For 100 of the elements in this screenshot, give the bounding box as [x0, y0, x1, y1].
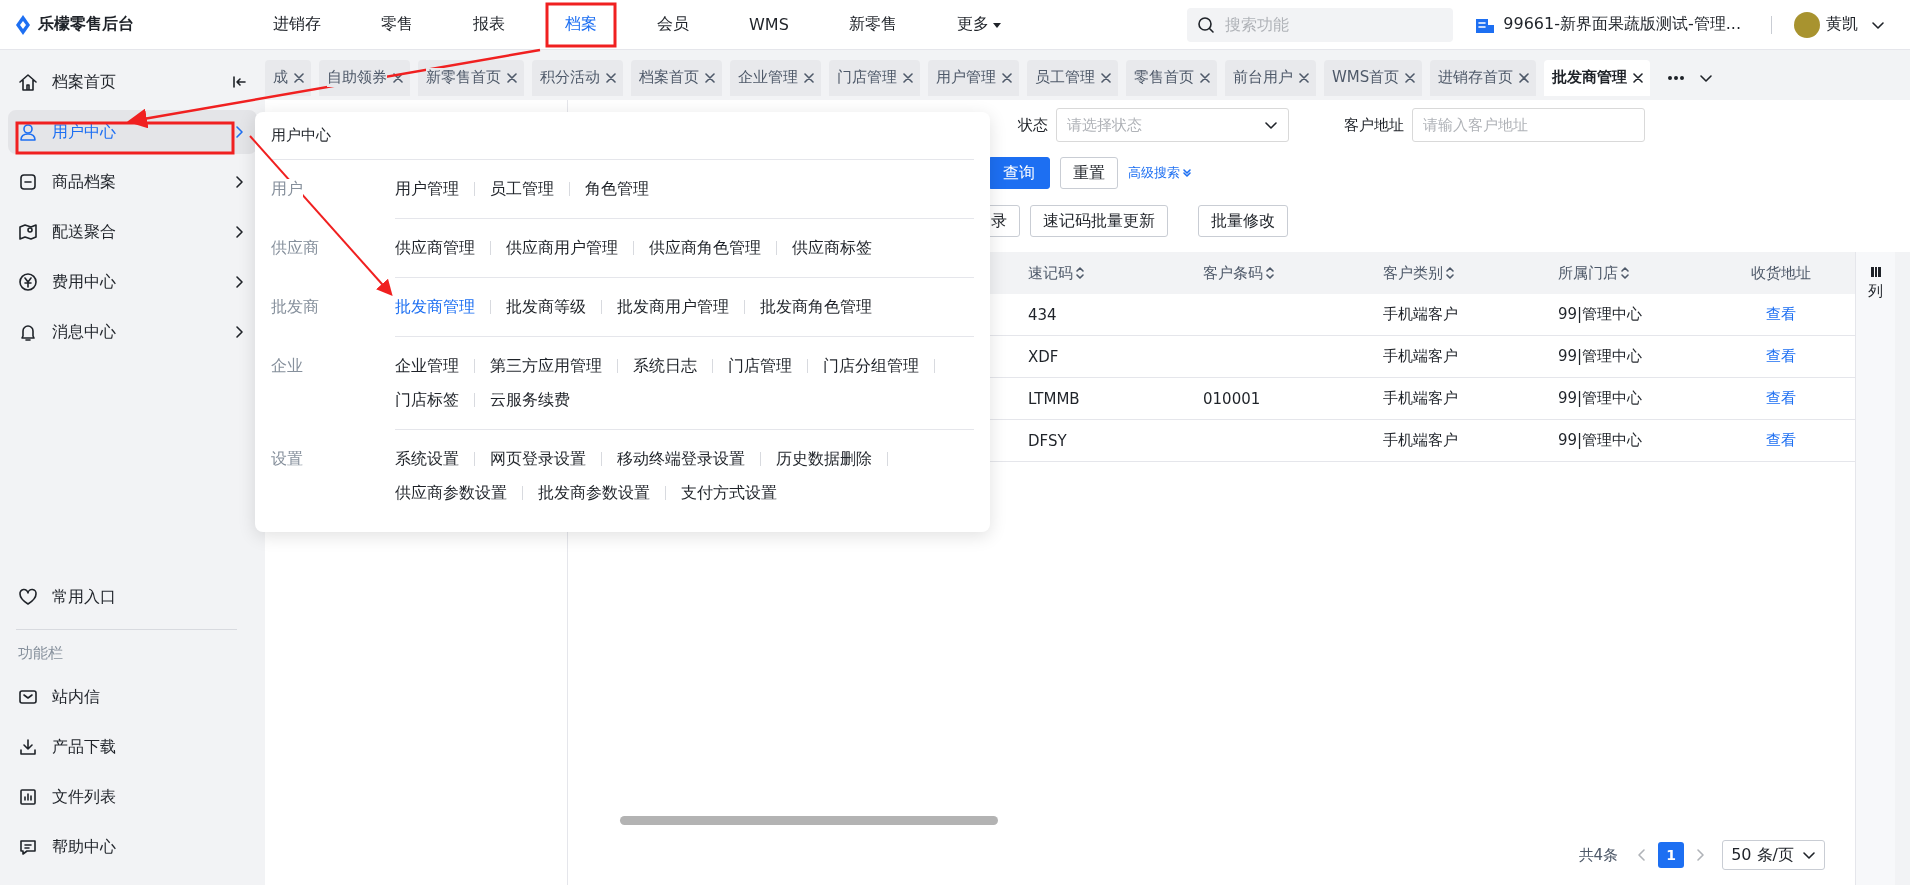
- sidebar-item[interactable]: 站内信: [8, 675, 257, 719]
- menu-item[interactable]: 供应商标签: [792, 237, 872, 259]
- menu-item[interactable]: 门店标签: [395, 389, 459, 411]
- column-header: 客户条码: [1203, 263, 1263, 283]
- menu-group-label: 企业: [271, 356, 303, 375]
- tab[interactable]: WMS首页: [1324, 59, 1423, 96]
- nav-tab[interactable]: 零售: [362, 4, 432, 45]
- column-header: 收货地址: [1750, 263, 1811, 283]
- menu-item[interactable]: 门店管理: [728, 355, 792, 377]
- user-name[interactable]: 黄凯: [1826, 14, 1858, 35]
- table-cell: 99|管理中心: [1558, 347, 1643, 365]
- view-link[interactable]: 查看: [1765, 389, 1796, 407]
- toolbar-button[interactable]: 速记码批量更新: [1030, 205, 1168, 237]
- menu-group-label: 供应商: [271, 238, 319, 257]
- page-size-select[interactable]: 50 条/页: [1722, 840, 1825, 870]
- nav-tab[interactable]: 更多: [937, 4, 1021, 45]
- status-select[interactable]: 请选择状态: [1056, 108, 1289, 142]
- menu-item[interactable]: 用户管理: [395, 178, 459, 200]
- menu-item[interactable]: 批发商角色管理: [760, 296, 872, 318]
- sidebar-item[interactable]: 产品下载: [8, 725, 257, 769]
- view-link[interactable]: 查看: [1765, 347, 1796, 365]
- menu-item[interactable]: 批发商用户管理: [617, 296, 729, 318]
- query-button[interactable]: 查询: [988, 157, 1050, 189]
- menu-item[interactable]: 供应商管理: [395, 237, 475, 259]
- tab[interactable]: 批发商管理: [1544, 59, 1651, 96]
- sidebar-item[interactable]: 配送聚合: [8, 210, 257, 254]
- field-label: 客户地址: [1344, 115, 1404, 135]
- tab[interactable]: 进销存首页: [1430, 59, 1537, 96]
- menu-item[interactable]: 供应商用户管理: [506, 237, 618, 259]
- menu-item[interactable]: 供应商角色管理: [649, 237, 761, 259]
- tab[interactable]: 成: [265, 59, 311, 96]
- menu-item[interactable]: 历史数据删除: [776, 448, 872, 470]
- table-cell: 010001: [1203, 389, 1261, 408]
- column-header: 速记码: [1028, 263, 1073, 283]
- tab[interactable]: 门店管理: [829, 59, 920, 96]
- table-cell: 手机端客户: [1383, 347, 1458, 365]
- menu-item[interactable]: 第三方应用管理: [490, 355, 602, 377]
- menu-item[interactable]: 企业管理: [395, 355, 459, 377]
- menu-item[interactable]: 移动终端登录设置: [617, 448, 745, 470]
- menu-item[interactable]: 供应商参数设置: [395, 482, 507, 504]
- tab[interactable]: 自助领券: [319, 59, 410, 96]
- search-box[interactable]: 搜索功能: [1187, 7, 1454, 42]
- column-settings[interactable]: 列: [1855, 252, 1895, 885]
- tab[interactable]: 企业管理: [730, 59, 821, 96]
- nav-tab[interactable]: WMS: [730, 4, 808, 45]
- sidebar-item[interactable]: 费用中心: [8, 260, 257, 304]
- menu-group-label: 用户: [271, 179, 303, 198]
- store-name[interactable]: 99661-新界面果蔬版测试-管理...: [1503, 14, 1741, 35]
- advanced-search-link[interactable]: 高级搜索: [1128, 164, 1192, 182]
- view-link[interactable]: 查看: [1765, 305, 1796, 323]
- view-link[interactable]: 查看: [1765, 431, 1796, 449]
- field-label: 状态: [1018, 115, 1048, 135]
- menu-item[interactable]: 批发商参数设置: [538, 482, 650, 504]
- table-cell: 99|管理中心: [1558, 305, 1643, 323]
- menu-item[interactable]: 批发商管理: [395, 296, 475, 318]
- column-header: 所属门店: [1558, 263, 1618, 283]
- tab[interactable]: 档案首页: [631, 59, 722, 96]
- menu-item[interactable]: 支付方式设置: [681, 482, 777, 504]
- menu-item[interactable]: 系统设置: [395, 448, 459, 470]
- section-title: 功能栏: [17, 643, 64, 664]
- tab[interactable]: 员工管理: [1027, 59, 1118, 96]
- table-cell: DFSY: [1028, 431, 1067, 450]
- table-cell: 99|管理中心: [1558, 389, 1643, 407]
- nav-tab[interactable]: 新零售: [829, 4, 916, 45]
- sidebar-item[interactable]: 消息中心: [8, 310, 257, 354]
- nav-tab[interactable]: 会员: [638, 4, 708, 45]
- tab[interactable]: 新零售首页: [418, 59, 524, 96]
- tab[interactable]: 前台用户: [1225, 59, 1316, 96]
- table-cell: 手机端客户: [1383, 305, 1458, 323]
- menu-item[interactable]: 网页登录设置: [490, 448, 586, 470]
- sidebar-item[interactable]: 商品档案: [8, 160, 257, 204]
- nav-tab[interactable]: 档案: [546, 4, 616, 45]
- menu-group-label: 批发商: [271, 297, 319, 316]
- page-button[interactable]: 1: [1658, 842, 1685, 868]
- menu-item[interactable]: 系统日志: [633, 355, 697, 377]
- sidebar-item[interactable]: 帮助中心: [8, 825, 257, 869]
- sidebar-item[interactable]: 文件列表: [8, 775, 257, 819]
- toolbar-button[interactable]: 批量修改: [1198, 205, 1288, 237]
- table-cell: 434: [1028, 305, 1057, 324]
- menu-item[interactable]: 批发商等级: [506, 296, 586, 318]
- tab[interactable]: 用户管理: [928, 59, 1019, 96]
- menu-item[interactable]: 门店分组管理: [823, 355, 919, 377]
- nav-tab[interactable]: 进销存: [254, 4, 340, 45]
- tab[interactable]: 零售首页: [1126, 59, 1217, 96]
- sidebar-item[interactable]: 常用入口: [8, 575, 257, 619]
- table-cell: 手机端客户: [1383, 389, 1458, 407]
- app-logo-text: 乐檬零售后台: [38, 14, 134, 35]
- nav-tab[interactable]: 报表: [454, 4, 524, 45]
- menu-item[interactable]: 角色管理: [585, 178, 649, 200]
- menu-item[interactable]: 员工管理: [490, 178, 554, 200]
- menu-item[interactable]: 云服务续费: [490, 389, 570, 411]
- address-field[interactable]: 请输入客户地址: [1412, 108, 1645, 142]
- tab[interactable]: 积分活动: [532, 59, 623, 96]
- table-cell: LTMMB: [1028, 389, 1080, 408]
- table-cell: 99|管理中心: [1558, 431, 1643, 449]
- reset-button[interactable]: 重置: [1060, 157, 1118, 189]
- table-cell: 手机端客户: [1383, 431, 1458, 449]
- search-field[interactable]: 搜索功能: [1223, 9, 1444, 40]
- sidebar-item[interactable]: 档案首页: [8, 60, 257, 104]
- column-header: 客户类别: [1383, 263, 1443, 283]
